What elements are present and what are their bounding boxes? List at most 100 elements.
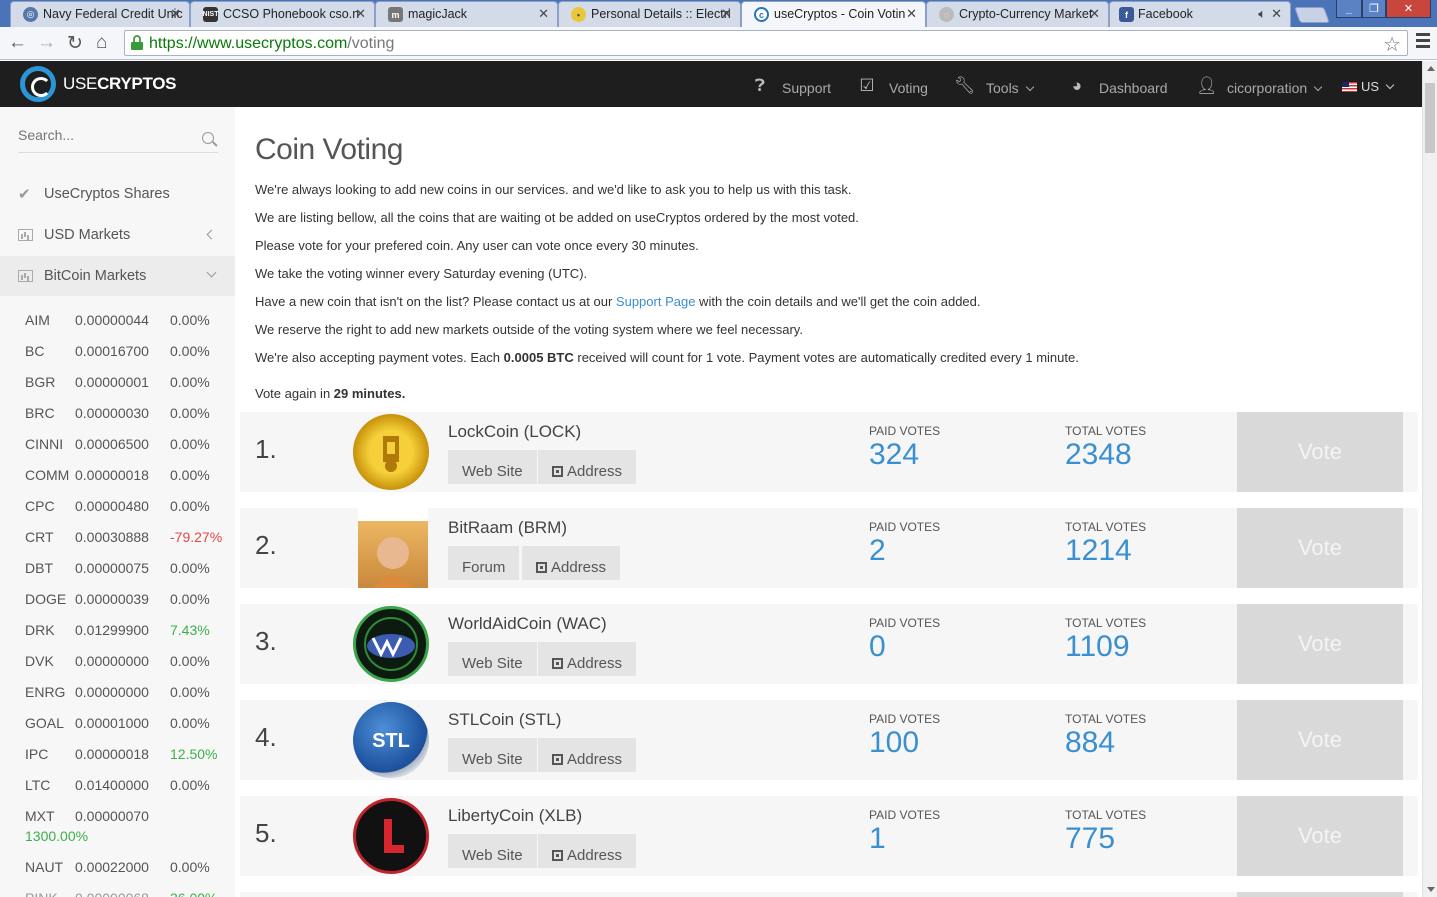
maximize-button[interactable]: ❐ (1362, 0, 1386, 18)
site-header: USECRYPTOS ❓︎ Support ☑ Voting 🔧︎ Tools … (0, 61, 1422, 107)
market-symbol: DVK (25, 653, 54, 669)
scroll-down-icon[interactable] (1427, 887, 1435, 892)
market-change: -79.27% (170, 529, 223, 545)
contact-line: Have a new coin that isn't on the list? … (255, 294, 981, 309)
back-icon[interactable]: ← (8, 32, 27, 54)
browser-tab-crypto-market[interactable]: ◌ Crypto-Currency Market ✕ (926, 1, 1109, 27)
total-votes-count: 775 (1065, 822, 1116, 855)
nist-icon: NIST (203, 7, 218, 22)
vote-button[interactable]: Vote (1237, 796, 1403, 876)
browser-tab-strip: ◎ Navy Federal Credit Unic ✕ NIST CCSO P… (0, 0, 1437, 27)
page-scrollbar[interactable] (1422, 61, 1437, 897)
market-symbol: IPC (25, 746, 49, 762)
coin-address-button[interactable]: Address (538, 738, 637, 772)
scrollbar-thumb[interactable] (1425, 83, 1435, 153)
browser-tab-navy-federal[interactable]: ◎ Navy Federal Credit Unic ✕ (10, 1, 190, 27)
svg-text:STL: STL (372, 730, 410, 752)
close-icon[interactable]: ✕ (1271, 6, 1282, 22)
vote-button[interactable]: Vote (1237, 700, 1403, 780)
bookmark-star-icon[interactable]: ☆ (1383, 32, 1401, 57)
market-change: 0.00% (170, 374, 210, 390)
browser-tab-facebook[interactable]: f Facebook 🔈︎ ✕ (1109, 1, 1291, 27)
intro-line: We reserve the right to add new markets … (255, 322, 803, 337)
market-change: 0.00% (170, 498, 210, 514)
nav-user-menu[interactable]: cicorporation (1227, 80, 1323, 96)
market-change: 0.00% (170, 591, 210, 607)
market-change: 0.00% (170, 343, 210, 359)
sidebar-search (18, 127, 218, 153)
browser-toolbar: ← → ↻ ⌂ https://www.usecryptos.com/votin… (0, 27, 1437, 60)
market-price: 0.00000001 (75, 374, 149, 390)
close-icon[interactable]: ✕ (355, 6, 366, 22)
coin-website-button[interactable]: Web Site (448, 834, 537, 868)
browser-tab-ccso-phonebook[interactable]: NIST CCSO Phonebook cso.n ✕ (190, 1, 375, 27)
globe-icon: ◎ (23, 7, 38, 22)
market-symbol: CPC (25, 498, 55, 514)
home-icon[interactable]: ⌂ (96, 32, 107, 54)
market-change: 0.00% (170, 859, 210, 875)
paid-votes-count: 324 (869, 438, 920, 471)
browser-tab-magicjack[interactable]: m magicJack ✕ (375, 1, 558, 27)
browser-tab-usecryptos[interactable]: c useCryptos - Coin Votin ✕ (741, 1, 926, 27)
sidebar-item-usd-markets[interactable]: USD Markets (0, 215, 235, 255)
sidebar-item-usecryptos-shares[interactable]: ✔ UseCryptos Shares (0, 174, 235, 214)
market-change: 0.00% (170, 467, 210, 483)
vote-button-partial[interactable] (1237, 892, 1403, 897)
nav-dashboard[interactable]: Dashboard (1099, 80, 1168, 96)
coin-address-button[interactable]: Address (538, 642, 637, 676)
coin-website-button[interactable]: Web Site (448, 738, 537, 772)
market-symbol: GOAL (25, 715, 64, 731)
nav-voting[interactable]: Voting (889, 80, 928, 96)
close-icon[interactable]: ✕ (721, 6, 732, 22)
intro-line: Please vote for your prefered coin. Any … (255, 238, 699, 253)
new-tab-button[interactable] (1294, 7, 1330, 23)
coin-website-button[interactable]: Web Site (448, 450, 537, 484)
username-label: cicorporation (1227, 80, 1308, 96)
market-change: 0.00% (170, 436, 210, 452)
sidebar-item-bitcoin-markets[interactable]: BitCoin Markets (0, 256, 235, 296)
lightbulb-icon: • (571, 7, 586, 22)
browser-tab-personal-details[interactable]: • Personal Details :: Electri ✕ (558, 1, 741, 27)
market-symbol: DBT (25, 560, 53, 576)
market-price: 0.01400000 (75, 777, 149, 793)
nav-language[interactable]: US (1361, 79, 1395, 94)
forward-icon[interactable]: → (37, 32, 56, 54)
close-icon[interactable]: ✕ (170, 6, 181, 22)
coin-row-partial (240, 892, 1418, 897)
reload-icon[interactable]: ↻ (67, 32, 83, 55)
tab-title: magicJack (408, 7, 468, 21)
market-symbol: BC (25, 343, 45, 359)
chevron-down-icon (1385, 80, 1395, 90)
market-price: 0.00016700 (75, 343, 149, 359)
vote-button[interactable]: Vote (1237, 604, 1403, 684)
support-page-link[interactable]: Support Page (616, 294, 696, 309)
coin-name: LockCoin (LOCK) (448, 422, 582, 441)
nav-support[interactable]: Support (782, 80, 831, 96)
scroll-up-icon[interactable] (1427, 66, 1435, 71)
chrome-menu-icon[interactable] (1416, 33, 1430, 51)
tab-title: useCryptos - Coin Votin (774, 7, 906, 21)
coin-forum-button[interactable]: Forum (448, 546, 520, 580)
intro-line: We're always looking to add new coins in… (255, 182, 852, 197)
market-symbol: NAUT (25, 859, 64, 875)
search-icon[interactable] (202, 132, 214, 144)
vote-button[interactable]: Vote (1237, 412, 1403, 492)
site-logo-text[interactable]: USECRYPTOS (63, 74, 177, 94)
search-input[interactable] (18, 127, 193, 143)
minimize-button[interactable]: _ (1336, 0, 1362, 18)
check-icon: ✔ (18, 186, 31, 203)
coin-address-button[interactable]: Address (538, 834, 637, 868)
vote-button[interactable]: Vote (1237, 508, 1403, 588)
usecryptos-logo-icon[interactable] (20, 66, 56, 102)
close-icon[interactable]: ✕ (906, 6, 917, 22)
coin-address-button[interactable]: Address (522, 546, 621, 580)
close-icon[interactable]: ✕ (1089, 6, 1100, 22)
close-icon[interactable]: ✕ (538, 6, 549, 22)
address-bar[interactable]: https://www.usecryptos.com/voting ☆ (124, 30, 1408, 56)
total-votes-count: 1109 (1065, 630, 1130, 663)
language-label: US (1361, 79, 1380, 94)
nav-tools[interactable]: Tools (986, 80, 1034, 96)
coin-website-button[interactable]: Web Site (448, 642, 537, 676)
coin-address-button[interactable]: Address (538, 450, 637, 484)
close-window-button[interactable]: ✕ (1386, 0, 1431, 18)
